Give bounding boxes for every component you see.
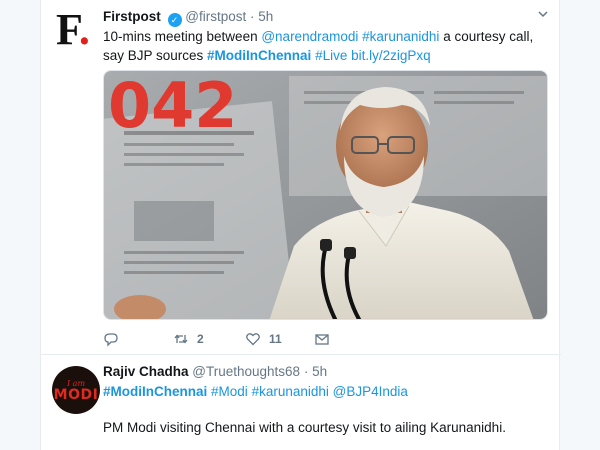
mention-link[interactable]: @BJP4India bbox=[333, 384, 408, 399]
hashtag-link[interactable]: #karunanidhi bbox=[252, 384, 329, 399]
tweet-time[interactable]: 5h bbox=[312, 364, 327, 379]
author-handle[interactable]: @Truethoughts68 bbox=[192, 364, 300, 379]
avatar-rajiv-chadha[interactable]: I am MODI bbox=[52, 366, 100, 414]
hashtag-link[interactable]: #Live bbox=[315, 48, 347, 63]
retweet-button[interactable]: 2 bbox=[173, 330, 204, 348]
direct-message-button[interactable] bbox=[314, 330, 330, 348]
author-name[interactable]: Rajiv Chadha bbox=[103, 364, 189, 379]
hashtag-link[interactable]: #karunanidhi bbox=[362, 29, 439, 44]
tweet-hashtags: #ModiInChennai #Modi #karunanidhi @BJP4I… bbox=[103, 382, 548, 401]
url-link[interactable]: bit.ly/2zigPxq bbox=[351, 48, 431, 63]
reply-button[interactable] bbox=[103, 330, 127, 348]
photo-backdrop-number: 042 bbox=[108, 71, 237, 142]
verified-icon: ✓ bbox=[167, 13, 182, 27]
chevron-down-icon[interactable] bbox=[535, 8, 551, 24]
tweet-text: 10-mins meeting between @narendramodi #k… bbox=[103, 27, 548, 65]
tweet-header: Rajiv Chadha @Truethoughts68 · 5h bbox=[103, 364, 548, 382]
tweet-actions: 2 11 bbox=[103, 330, 548, 348]
heart-icon bbox=[246, 333, 260, 346]
photo-illustration: 042 bbox=[104, 71, 547, 319]
retweet-icon bbox=[174, 334, 188, 344]
like-button[interactable]: 11 bbox=[245, 330, 282, 348]
hashtag-link[interactable]: #ModiInChennai bbox=[207, 48, 311, 63]
avatar-firstpost[interactable]: F. bbox=[56, 8, 96, 52]
right-gutter bbox=[560, 0, 600, 450]
separator-dot: · bbox=[303, 364, 309, 379]
left-gutter bbox=[0, 0, 40, 450]
avatar-letter: F bbox=[56, 5, 79, 54]
tweet-photo[interactable]: 042 bbox=[103, 70, 548, 320]
avatar-dot: . bbox=[78, 5, 90, 54]
author-name[interactable]: Firstpost bbox=[103, 9, 161, 24]
hashtag-link[interactable]: #ModiInChennai bbox=[103, 384, 207, 399]
retweet-count: 2 bbox=[197, 332, 204, 346]
tweet-rajiv-chadha[interactable]: I am MODI Rajiv Chadha @Truethoughts68 ·… bbox=[41, 355, 561, 450]
tweet-text: PM Modi visiting Chennai with a courtesy… bbox=[103, 420, 506, 435]
hashtag-link[interactable]: #Modi bbox=[211, 384, 248, 399]
author-handle[interactable]: @firstpost bbox=[185, 9, 246, 24]
tweet-firstpost[interactable]: F. Firstpost ✓ @firstpost · 5h 10-mins m… bbox=[41, 0, 561, 355]
tweet-time[interactable]: 5h bbox=[258, 9, 273, 24]
mention-link[interactable]: @narendramodi bbox=[261, 29, 358, 44]
text-segment: 10-mins meeting between bbox=[103, 29, 262, 44]
tweet-header: Firstpost ✓ @firstpost · 5h bbox=[103, 9, 548, 27]
like-count: 11 bbox=[269, 332, 282, 346]
envelope-icon bbox=[315, 334, 329, 345]
separator-dot: · bbox=[250, 9, 255, 24]
timeline: F. Firstpost ✓ @firstpost · 5h 10-mins m… bbox=[40, 0, 561, 450]
avatar-caption-big: MODI bbox=[53, 387, 99, 403]
reply-icon bbox=[104, 333, 118, 347]
